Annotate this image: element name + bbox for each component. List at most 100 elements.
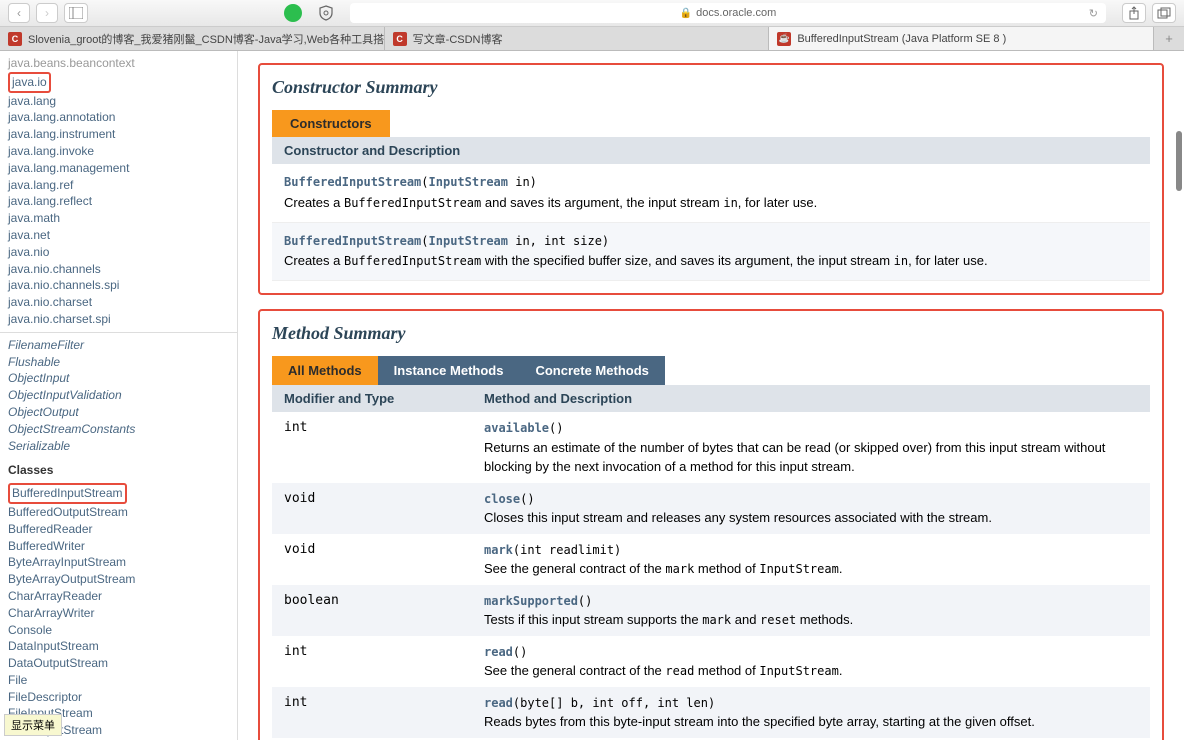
method-row: intavailable()Returns an estimate of the… (272, 412, 1150, 483)
interface-link[interactable]: Flushable (8, 354, 229, 371)
package-link[interactable]: java.lang.invoke (8, 143, 229, 160)
class-link[interactable]: File (8, 672, 229, 689)
modifier-cell: int (272, 687, 472, 738)
tabs-button[interactable] (1152, 3, 1176, 23)
scrollbar-thumb[interactable] (1176, 131, 1182, 191)
package-link[interactable]: java.math (8, 210, 229, 227)
interface-link[interactable]: ObjectStreamConstants (8, 421, 229, 438)
class-link-buffered-input-stream[interactable]: BufferedInputStream (12, 485, 123, 502)
method-summary-title: Method Summary (272, 323, 1150, 344)
package-link[interactable]: java.lang.management (8, 160, 229, 177)
constructor-desc: Creates a BufferedInputStream and saves … (284, 195, 817, 210)
csdn-icon: C (393, 32, 407, 46)
class-link[interactable]: FileDescriptor (8, 689, 229, 706)
package-link[interactable]: java.beans.beancontext (8, 55, 229, 72)
classes-header: Classes (8, 462, 229, 479)
method-link[interactable]: markSupported (484, 594, 578, 608)
interface-link[interactable]: FilenameFilter (8, 337, 229, 354)
sidebar-icon (69, 7, 83, 19)
package-link[interactable]: java.lang.ref (8, 177, 229, 194)
tabs-icon (1157, 7, 1171, 19)
method-cell: read(byte[] b, int off, int len)Reads by… (472, 687, 1150, 738)
method-desc: Returns an estimate of the number of byt… (484, 440, 1105, 475)
extension-icon[interactable] (284, 4, 302, 22)
interface-link[interactable]: ObjectInputValidation (8, 387, 229, 404)
package-link[interactable]: java.lang.reflect (8, 193, 229, 210)
method-link[interactable]: available (484, 421, 549, 435)
share-button[interactable] (1122, 3, 1146, 23)
type-link[interactable]: InputStream (429, 175, 508, 189)
method-table: Modifier and Type Method and Description… (272, 385, 1150, 740)
shield-icon[interactable] (318, 5, 334, 21)
method-row: intread()See the general contract of the… (272, 636, 1150, 687)
tab-instance-methods[interactable]: Instance Methods (378, 356, 520, 385)
method-link[interactable]: read (484, 696, 513, 710)
constructor-header: Constructor and Description (272, 137, 1150, 164)
forward-button[interactable]: › (36, 3, 58, 23)
sidebar-toggle-button[interactable] (64, 3, 88, 23)
type-link[interactable]: InputStream (429, 234, 508, 248)
show-menu-button[interactable]: 显示菜单 (4, 714, 62, 736)
method-desc: Reads bytes from this byte-input stream … (484, 714, 1035, 729)
package-link[interactable]: java.lang.instrument (8, 126, 229, 143)
interface-link[interactable]: ObjectOutput (8, 404, 229, 421)
class-link[interactable]: DataInputStream (8, 638, 229, 655)
modifier-cell: int (272, 636, 472, 687)
package-link[interactable]: java.lang (8, 93, 229, 110)
csdn-icon: C (8, 32, 22, 46)
method-link[interactable]: mark (484, 543, 513, 557)
browser-tab-1[interactable]: C Slovenia_groot的博客_我爱猪刚鬣_CSDN博客-Java学习,… (0, 27, 385, 50)
url-text: docs.oracle.com (696, 7, 776, 19)
method-summary: Method Summary All Methods Instance Meth… (258, 309, 1164, 740)
package-list: java.beans.beancontext java.io java.lang… (0, 51, 237, 332)
package-link[interactable]: java.nio.charset (8, 294, 229, 311)
package-link[interactable]: java.nio.charset.spi (8, 311, 229, 328)
browser-tab-3[interactable]: ☕ BufferedInputStream (Java Platform SE … (769, 27, 1154, 50)
url-bar[interactable]: 🔒 docs.oracle.com ↻ (350, 3, 1106, 23)
constructor-desc: Creates a BufferedInputStream with the s… (284, 253, 988, 268)
constructor-link[interactable]: BufferedInputStream (284, 234, 421, 248)
class-link[interactable]: BufferedOutputStream (8, 504, 229, 521)
class-link[interactable]: CharArrayWriter (8, 605, 229, 622)
constructor-link[interactable]: BufferedInputStream (284, 175, 421, 189)
class-link[interactable]: ByteArrayOutputStream (8, 571, 229, 588)
package-link[interactable]: java.net (8, 227, 229, 244)
method-row: voidmark(int readlimit)See the general c… (272, 534, 1150, 585)
class-link[interactable]: Console (8, 622, 229, 639)
tab-all-methods[interactable]: All Methods (272, 356, 378, 385)
tab-label: Slovenia_groot的博客_我爱猪刚鬣_CSDN博客-Java学习,We… (28, 31, 385, 47)
reload-icon[interactable]: ↻ (1089, 7, 1098, 20)
class-link[interactable]: ByteArrayInputStream (8, 554, 229, 571)
new-tab-button[interactable]: + (1154, 27, 1184, 50)
method-row: intread(byte[] b, int off, int len)Reads… (272, 687, 1150, 738)
tab-label: 写文章-CSDN博客 (413, 31, 503, 47)
package-link[interactable]: java.nio.channels.spi (8, 277, 229, 294)
class-link[interactable]: BufferedWriter (8, 538, 229, 555)
interface-link[interactable]: ObjectInput (8, 370, 229, 387)
tab-concrete-methods[interactable]: Concrete Methods (519, 356, 664, 385)
left-panel: java.beans.beancontext java.io java.lang… (0, 51, 238, 740)
package-link[interactable]: java.nio.channels (8, 261, 229, 278)
browser-tab-2[interactable]: C 写文章-CSDN博客 (385, 27, 770, 50)
package-link[interactable]: java.lang.annotation (8, 109, 229, 126)
main-area: java.beans.beancontext java.io java.lang… (0, 51, 1184, 740)
method-link[interactable]: read (484, 645, 513, 659)
class-link[interactable]: CharArrayReader (8, 588, 229, 605)
method-row: booleanmarkSupported()Tests if this inpu… (272, 585, 1150, 636)
modifier-header: Modifier and Type (272, 385, 472, 412)
package-link[interactable]: java.nio (8, 244, 229, 261)
class-link[interactable]: DataOutputStream (8, 655, 229, 672)
modifier-cell: void (272, 534, 472, 585)
method-link[interactable]: close (484, 492, 520, 506)
constructor-summary-title: Constructor Summary (272, 77, 1150, 98)
method-cell: read()See the general contract of the re… (472, 636, 1150, 687)
package-link-java-io[interactable]: java.io (12, 74, 47, 91)
method-desc: See the general contract of the mark met… (484, 561, 842, 576)
modifier-cell: int (272, 412, 472, 483)
interface-link[interactable]: Serializable (8, 438, 229, 455)
class-link[interactable]: BufferedReader (8, 521, 229, 538)
method-desc: Closes this input stream and releases an… (484, 510, 992, 525)
method-desc-header: Method and Description (472, 385, 1150, 412)
modifier-cell: boolean (272, 585, 472, 636)
back-button[interactable]: ‹ (8, 3, 30, 23)
